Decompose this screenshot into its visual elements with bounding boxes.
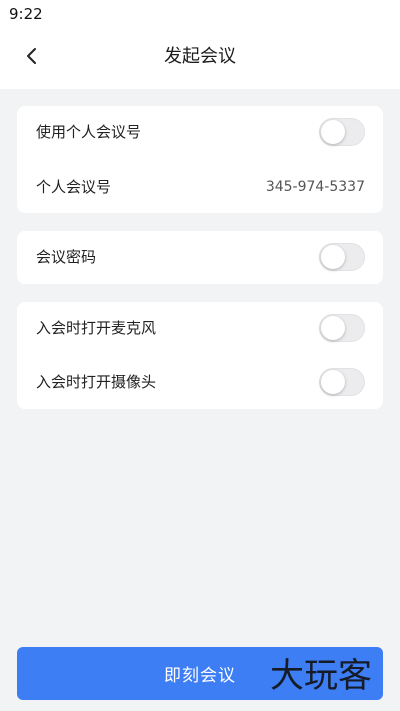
camera-row: 入会时打开摄像头	[17, 356, 383, 408]
toggle-knob	[321, 245, 345, 269]
top-bar: 9:22 发起会议	[0, 0, 400, 89]
watermark-logo: 大玩客	[270, 656, 372, 696]
password-row: 会议密码	[17, 231, 383, 283]
page-title: 发起会议	[164, 46, 236, 67]
camera-label: 入会时打开摄像头	[36, 373, 157, 391]
pmi-value: 345-974-5337	[265, 179, 365, 195]
status-time: 9:22	[9, 5, 43, 23]
password-toggle[interactable]	[319, 243, 365, 271]
use-pmi-label: 使用个人会议号	[36, 123, 142, 141]
mic-row: 入会时打开麦克风	[17, 302, 383, 354]
toggle-knob	[321, 120, 345, 144]
password-label: 会议密码	[36, 248, 97, 266]
media-card: 入会时打开麦克风 入会时打开摄像头	[17, 302, 383, 409]
mic-label: 入会时打开麦克风	[36, 319, 157, 337]
toggle-knob	[321, 370, 345, 394]
toggle-knob	[321, 316, 345, 340]
pmi-label: 个人会议号	[36, 178, 112, 196]
password-card: 会议密码	[17, 231, 383, 284]
personal-meeting-card: 使用个人会议号 个人会议号 345-974-5337	[17, 106, 383, 213]
mic-toggle[interactable]	[319, 314, 365, 342]
use-pmi-toggle[interactable]	[319, 118, 365, 146]
start-meeting-label: 即刻会议	[164, 666, 236, 686]
pmi-row: 个人会议号 345-974-5337	[17, 161, 383, 213]
camera-toggle[interactable]	[319, 368, 365, 396]
use-pmi-row: 使用个人会议号	[17, 106, 383, 158]
